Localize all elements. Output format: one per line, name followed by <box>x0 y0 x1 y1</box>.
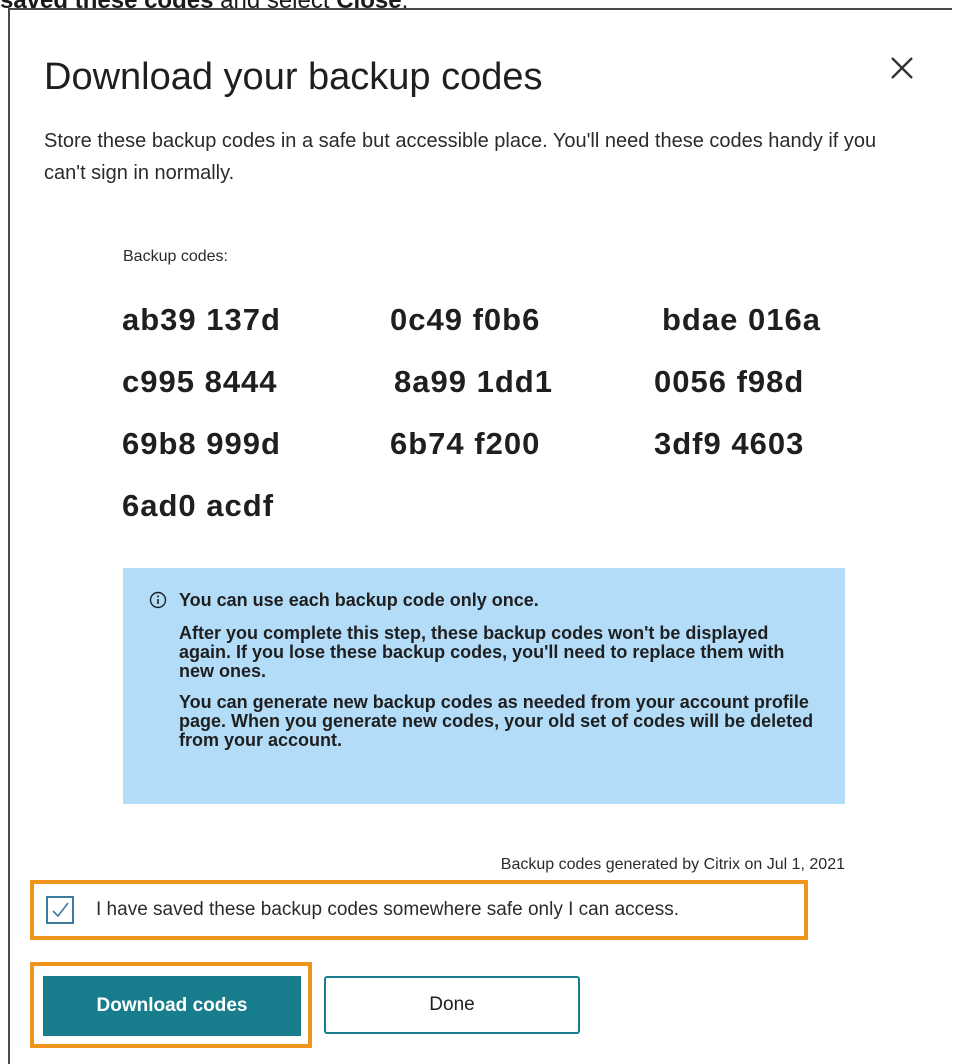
backup-codes-label: Backup codes: <box>123 248 228 265</box>
done-button[interactable]: Done <box>324 976 580 1034</box>
backup-code: 69b8 999d <box>122 426 281 461</box>
dialog-subtitle: Store these backup codes in a safe but a… <box>44 130 877 184</box>
saved-confirmation-checkbox[interactable] <box>46 896 74 924</box>
saved-confirmation-label: I have saved these backup codes somewher… <box>96 899 679 920</box>
info-paragraph: You can generate new backup codes as nee… <box>179 692 814 750</box>
close-icon[interactable] <box>884 50 920 86</box>
checkmark-icon <box>52 902 69 918</box>
backup-code: 8a99 1dd1 <box>394 364 553 399</box>
backup-code: ab39 137d <box>122 302 281 337</box>
download-codes-button[interactable]: Download codes <box>43 976 301 1036</box>
info-heading-text: You can use each backup code only once. <box>179 590 539 610</box>
saved-confirmation-checkbox-row[interactable]: I have saved these backup codes somewher… <box>30 880 808 940</box>
backup-code: 0056 f98d <box>654 364 805 399</box>
info-paragraph: After you complete this step, these back… <box>179 623 785 681</box>
backup-code: 6ad0 acdf <box>122 488 275 523</box>
info-heading: You can use each backup code only once. <box>149 588 819 612</box>
backup-codes-grid: ab39 137d 0c49 f0b6 bdae 016a c995 8444 … <box>122 302 852 542</box>
info-icon <box>149 591 167 609</box>
backup-code: 6b74 f200 <box>390 426 541 461</box>
backup-code: bdae 016a <box>662 302 821 337</box>
backup-code: 3df9 4603 <box>654 426 805 461</box>
backup-code: 0c49 f0b6 <box>390 302 541 337</box>
generated-note: Backup codes generated by Citrix on Jul … <box>500 856 845 873</box>
backup-code: c995 8444 <box>122 364 278 399</box>
page: saved these codes and select Close. Down… <box>0 0 953 1064</box>
dialog-title: Download your backup codes <box>44 56 543 98</box>
info-notice: You can use each backup code only once. … <box>123 568 845 804</box>
